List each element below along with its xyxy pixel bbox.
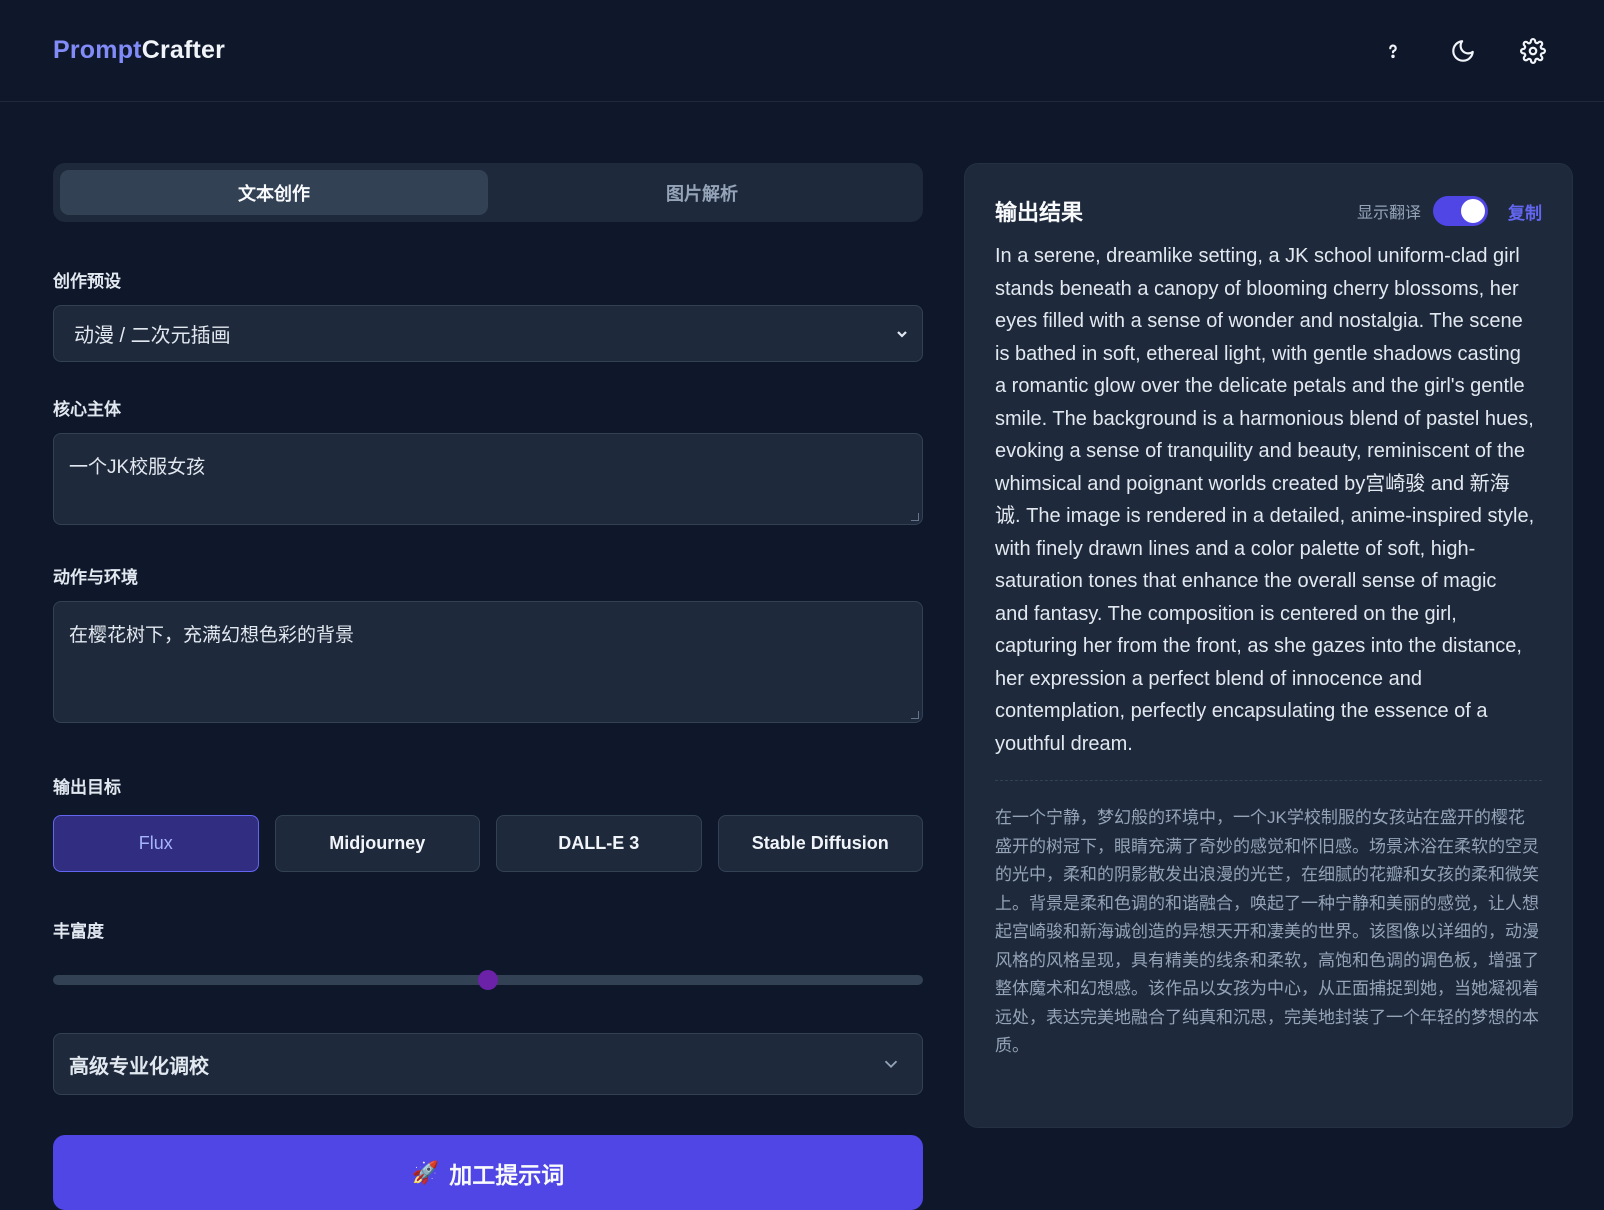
brand-part-1: Prompt: [53, 36, 142, 64]
target-label: 输出目标: [53, 778, 121, 797]
target-dalle3-button[interactable]: DALL-E 3: [496, 815, 702, 872]
resize-handle[interactable]: [911, 513, 919, 521]
gear-icon[interactable]: [1516, 34, 1550, 68]
tab-text-creation[interactable]: 文本创作: [60, 170, 488, 215]
advanced-tuning-accordion[interactable]: 高级专业化调校: [53, 1033, 923, 1095]
target-stable-diffusion-button[interactable]: Stable Diffusion: [717, 815, 923, 872]
prompt-form: 文本创作 图片解析 创作预设 动漫 / 二次元插画 核心主体 一个JK校服女孩 …: [53, 163, 923, 1210]
tab-image-analysis[interactable]: 图片解析: [488, 170, 916, 215]
output-header: 输出结果 显示翻译 复制: [995, 194, 1542, 228]
richness-slider[interactable]: [53, 970, 923, 990]
help-icon[interactable]: [1376, 34, 1410, 68]
subject-textarea[interactable]: 一个JK校服女孩: [53, 433, 923, 525]
output-title: 输出结果: [995, 200, 1084, 225]
translate-label: 显示翻译: [1356, 205, 1421, 222]
generate-prompt-button[interactable]: 🚀 加工提示词: [53, 1135, 923, 1210]
output-panel: 输出结果 显示翻译 复制 In a serene, dreamlike sett…: [964, 163, 1573, 1128]
generate-label: 加工提示词: [449, 1161, 565, 1188]
subject-value: 一个JK校服女孩: [69, 457, 206, 478]
richness-label: 丰富度: [53, 922, 104, 941]
advanced-tuning-label: 高级专业化调校: [69, 1055, 209, 1078]
rocket-icon: 🚀: [411, 1159, 440, 1185]
preset-value: 动漫 / 二次元插画: [74, 325, 231, 347]
chevron-down-icon: [884, 1060, 898, 1069]
preset-select[interactable]: 动漫 / 二次元插画: [53, 305, 923, 362]
output-english-text: In a serene, dreamlike setting, a JK sch…: [995, 245, 1535, 755]
mode-tabs: 文本创作 图片解析: [53, 163, 923, 222]
preset-label: 创作预设: [53, 272, 121, 291]
brand-part-2: Crafter: [141, 36, 226, 64]
action-value: 在樱花树下，充满幻想色彩的背景: [69, 625, 355, 646]
translate-toggle[interactable]: [1433, 196, 1488, 226]
header-actions: [1376, 34, 1550, 68]
app-logo[interactable]: PromptCrafter: [53, 36, 225, 65]
output-controls: 显示翻译 复制: [1357, 196, 1542, 226]
target-options: Flux Midjourney DALL-E 3 Stable Diffusio…: [53, 815, 923, 872]
target-flux-button[interactable]: Flux: [53, 815, 259, 872]
resize-handle[interactable]: [911, 711, 919, 719]
output-divider: [995, 780, 1542, 781]
chevron-down-icon: [897, 330, 907, 338]
subject-label: 核心主体: [53, 400, 121, 419]
action-label: 动作与环境: [53, 568, 138, 587]
toggle-knob: [1461, 199, 1485, 223]
action-textarea[interactable]: 在樱花树下，充满幻想色彩的背景: [53, 601, 923, 723]
slider-thumb[interactable]: [478, 970, 498, 990]
app-header: PromptCrafter: [0, 0, 1604, 102]
output-chinese-translation: 在一个宁静，梦幻般的环境中，一个JK学校制服的女孩站在盛开的樱花盛开的树冠下，眼…: [995, 808, 1539, 1055]
copy-button[interactable]: 复制: [1508, 199, 1542, 224]
target-midjourney-button[interactable]: Midjourney: [274, 815, 480, 872]
moon-icon[interactable]: [1446, 34, 1480, 68]
